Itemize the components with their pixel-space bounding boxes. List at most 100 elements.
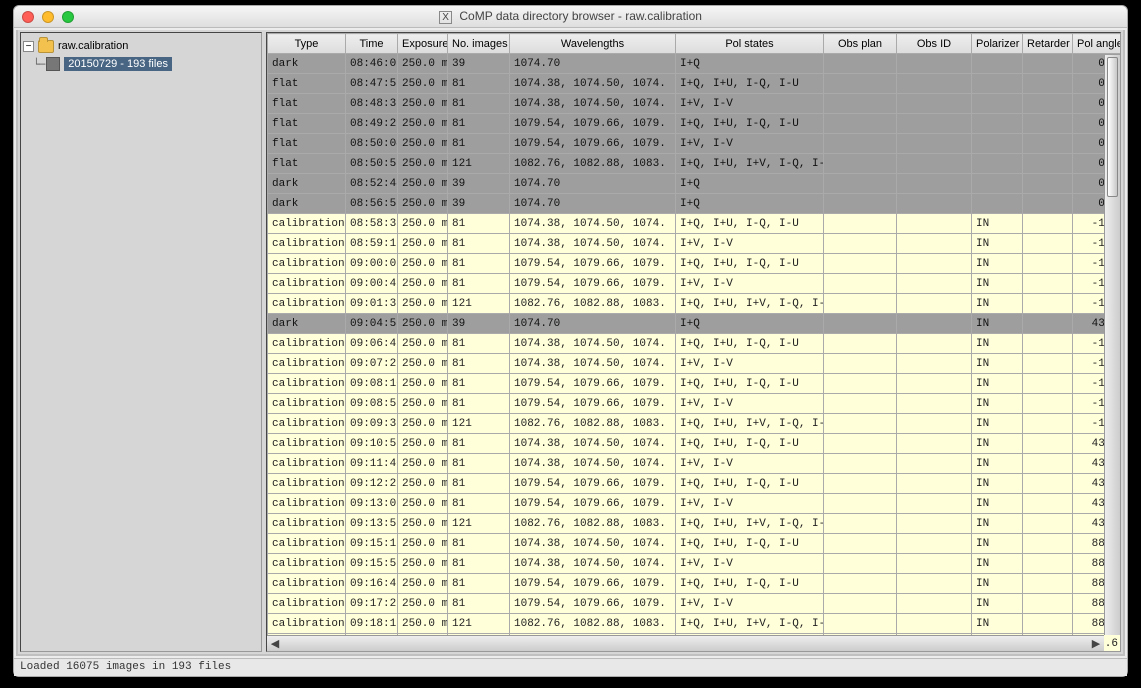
cell: IN <box>972 314 1023 334</box>
cell: IN <box>972 614 1023 634</box>
vertical-scrollbar[interactable] <box>1104 55 1120 635</box>
table-row[interactable]: calibration09:18:15250.0 ms1211082.76, 1… <box>268 614 1121 634</box>
table-row[interactable]: calibration09:08:10250.0 ms811079.54, 10… <box>268 374 1121 394</box>
table-row[interactable]: calibration09:06:41250.0 ms811074.38, 10… <box>268 334 1121 354</box>
cell <box>1023 514 1073 534</box>
table-row[interactable]: flat08:50:52250.0 ms1211082.76, 1082.88,… <box>268 154 1121 174</box>
cell: calibration <box>268 274 346 294</box>
cell: 1079.54, 1079.66, 1079. <box>510 594 676 614</box>
cell <box>972 134 1023 154</box>
table-row[interactable]: calibration09:01:35250.0 ms1211082.76, 1… <box>268 294 1121 314</box>
data-table[interactable]: TypeTimeExposureNo. imagesWavelengthsPol… <box>267 33 1120 651</box>
table-row[interactable]: calibration09:15:58250.0 ms811074.38, 10… <box>268 554 1121 574</box>
cell: 81 <box>448 434 510 454</box>
cell: dark <box>268 314 346 334</box>
cell <box>824 374 897 394</box>
cell: IN <box>972 334 1023 354</box>
cell: I+Q, I+U, I+V, I-Q, I-U <box>676 294 824 314</box>
col-header[interactable]: Wavelengths <box>510 34 676 54</box>
cell <box>897 114 972 134</box>
cell: 81 <box>448 474 510 494</box>
cell <box>1023 374 1073 394</box>
table-row[interactable]: flat08:50:04250.0 ms811079.54, 1079.66, … <box>268 134 1121 154</box>
scroll-left-icon[interactable]: ◀ <box>267 637 283 651</box>
cell: 81 <box>448 214 510 234</box>
col-header[interactable]: Time <box>346 34 398 54</box>
table-row[interactable]: calibration09:10:59250.0 ms811074.38, 10… <box>268 434 1121 454</box>
cell: 121 <box>448 514 510 534</box>
table-row[interactable]: flat08:47:55250.0 ms811074.38, 1074.50, … <box>268 74 1121 94</box>
cell: 81 <box>448 594 510 614</box>
tree-pane[interactable]: − raw.calibration └─ 20150729 - 193 file… <box>20 32 262 652</box>
cell: 09:06:41 <box>346 334 398 354</box>
cell: IN <box>972 374 1023 394</box>
table-row[interactable]: calibration09:07:22250.0 ms811074.38, 10… <box>268 354 1121 374</box>
cell: 81 <box>448 534 510 554</box>
col-header[interactable]: Exposure <box>398 34 448 54</box>
table-row[interactable]: calibration09:08:51250.0 ms811079.54, 10… <box>268 394 1121 414</box>
col-header[interactable]: Polarizer <box>972 34 1023 54</box>
table-row[interactable]: calibration09:11:40250.0 ms811074.38, 10… <box>268 454 1121 474</box>
table-row[interactable]: calibration09:09:39250.0 ms1211082.76, 1… <box>268 414 1121 434</box>
cell: 250.0 ms <box>398 234 448 254</box>
table-row[interactable]: dark08:56:51250.0 ms391074.70I+Q0.0 <box>268 194 1121 214</box>
cell: calibration <box>268 214 346 234</box>
cell: 08:49:23 <box>346 114 398 134</box>
cell: 09:07:22 <box>346 354 398 374</box>
table-row[interactable]: calibration09:16:46250.0 ms811079.54, 10… <box>268 574 1121 594</box>
table-scroll[interactable]: TypeTimeExposureNo. imagesWavelengthsPol… <box>267 33 1120 651</box>
tree-root[interactable]: − raw.calibration <box>23 37 259 55</box>
cell: calibration <box>268 354 346 374</box>
cell <box>1023 194 1073 214</box>
cell <box>972 174 1023 194</box>
cell <box>897 314 972 334</box>
table-row[interactable]: flat08:49:23250.0 ms811079.54, 1079.66, … <box>268 114 1121 134</box>
cell: calibration <box>268 254 346 274</box>
horizontal-scrollbar[interactable]: ◀ ▶ <box>267 635 1104 651</box>
cell: 250.0 ms <box>398 554 448 574</box>
cell <box>1023 314 1073 334</box>
cell: I+Q, I+U, I-Q, I-U <box>676 254 824 274</box>
table-row[interactable]: calibration09:17:27250.0 ms811079.54, 10… <box>268 594 1121 614</box>
col-header[interactable]: Retarder <box>1023 34 1073 54</box>
cell: IN <box>972 214 1023 234</box>
cell <box>897 494 972 514</box>
cell: 1074.38, 1074.50, 1074. <box>510 234 676 254</box>
table-row[interactable]: calibration09:13:09250.0 ms811079.54, 10… <box>268 494 1121 514</box>
table-row[interactable]: flat08:48:36250.0 ms811074.38, 1074.50, … <box>268 94 1121 114</box>
cell <box>1023 554 1073 574</box>
table-row[interactable]: calibration08:59:18250.0 ms811074.38, 10… <box>268 234 1121 254</box>
table-row[interactable]: calibration09:15:17250.0 ms811074.38, 10… <box>268 534 1121 554</box>
window-title: X CoMP data directory browser - raw.cali… <box>14 9 1127 23</box>
cell <box>824 94 897 114</box>
table-row[interactable]: dark08:52:44250.0 ms391074.70I+Q0.0 <box>268 174 1121 194</box>
collapse-icon[interactable]: − <box>23 41 34 52</box>
table-row[interactable]: dark09:04:55250.0 ms391074.70I+QIN43.6 <box>268 314 1121 334</box>
col-header[interactable]: Pol states <box>676 34 824 54</box>
table-row[interactable]: calibration09:13:57250.0 ms1211082.76, 1… <box>268 514 1121 534</box>
cell: calibration <box>268 534 346 554</box>
cell: 08:47:55 <box>346 74 398 94</box>
header-row[interactable]: TypeTimeExposureNo. imagesWavelengthsPol… <box>268 34 1121 54</box>
cell: I+Q, I+U, I+V, I-Q, I-U <box>676 154 824 174</box>
col-header[interactable]: Obs plan <box>824 34 897 54</box>
cell <box>897 434 972 454</box>
cell <box>824 54 897 74</box>
app-window: X CoMP data directory browser - raw.cali… <box>13 5 1128 677</box>
table-row[interactable]: calibration09:12:28250.0 ms811079.54, 10… <box>268 474 1121 494</box>
cell: I+V, I-V <box>676 594 824 614</box>
table-row[interactable]: calibration09:00:47250.0 ms811079.54, 10… <box>268 274 1121 294</box>
col-header[interactable]: Obs ID <box>897 34 972 54</box>
cell <box>1023 354 1073 374</box>
col-header[interactable]: Pol angle <box>1073 34 1121 54</box>
tree-child[interactable]: └─ 20150729 - 193 files <box>23 55 259 73</box>
col-header[interactable]: No. images <box>448 34 510 54</box>
col-header[interactable]: Type <box>268 34 346 54</box>
cell: 250.0 ms <box>398 214 448 234</box>
table-row[interactable]: dark08:46:05250.0 ms391074.70I+Q0.0 <box>268 54 1121 74</box>
scrollbar-thumb[interactable] <box>1107 57 1118 197</box>
cell: 250.0 ms <box>398 74 448 94</box>
table-row[interactable]: calibration09:00:06250.0 ms811079.54, 10… <box>268 254 1121 274</box>
table-row[interactable]: calibration08:58:37250.0 ms811074.38, 10… <box>268 214 1121 234</box>
scroll-right-icon[interactable]: ▶ <box>1088 637 1104 651</box>
